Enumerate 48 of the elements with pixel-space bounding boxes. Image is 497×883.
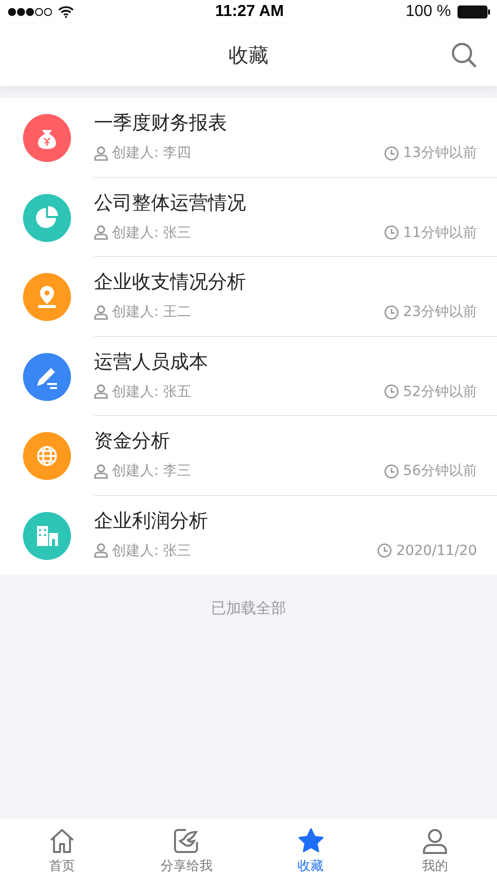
- time-label: 23分钟以前: [403, 303, 477, 321]
- clock-icon: [384, 225, 400, 240]
- creator-label: 创建人: 李四: [112, 144, 192, 162]
- tab[interactable]: 分享给我: [124, 819, 248, 883]
- person-icon: [94, 464, 108, 478]
- favorite-item[interactable]: 企业收支情况分析 创建人: 王二 23分钟以前: [0, 257, 497, 336]
- creator-label: 创建人: 王二: [112, 303, 192, 321]
- person-icon: [94, 543, 108, 558]
- person-icon: [94, 225, 108, 240]
- item-title: 运营人员成本: [94, 350, 209, 374]
- person-icon: [94, 384, 108, 399]
- favorite-item[interactable]: 一季度财务报表 创建人: 李四 13分钟以前: [0, 98, 497, 178]
- tab[interactable]: 收藏: [248, 819, 373, 883]
- clock-icon: [384, 384, 400, 399]
- tab[interactable]: 首页: [0, 819, 124, 883]
- tab[interactable]: 我的: [372, 819, 497, 883]
- creator-label: 创建人: 李三: [112, 462, 192, 480]
- item-title: 一季度财务报表: [94, 111, 228, 136]
- clock-icon: [384, 304, 400, 320]
- creator-label: 创建人: 张三: [112, 224, 192, 242]
- time-label: 52分钟以前: [403, 382, 477, 400]
- page-title: 收藏: [228, 42, 268, 68]
- signal-icon: [8, 8, 52, 16]
- search-icon[interactable]: [451, 42, 477, 68]
- time-label: 2020/11/20: [396, 542, 477, 558]
- loaded-all-text: 已加载全部: [210, 599, 287, 618]
- person-icon: [94, 146, 108, 160]
- creator-label: 创建人: 张三: [112, 542, 192, 560]
- wifi-icon: [58, 6, 74, 18]
- favorite-item[interactable]: 运营人员成本 创建人: 张五 52分钟以前: [0, 336, 497, 416]
- item-title: 企业收支情况分析: [94, 270, 247, 295]
- time-label: 13分钟以前: [403, 144, 477, 162]
- time-label: 56分钟以前: [403, 462, 477, 480]
- creator-label: 创建人: 张五: [112, 382, 192, 400]
- favorite-item[interactable]: 公司整体运营情况 创建人: 张三 11分钟以前: [0, 178, 497, 257]
- item-title: 资金分析: [94, 429, 171, 454]
- status-time: 11:27 AM: [215, 3, 284, 21]
- clock-icon: [384, 464, 400, 478]
- person-icon: [94, 304, 108, 320]
- item-title: 公司整体运营情况: [94, 190, 247, 216]
- clock-icon: [384, 146, 400, 160]
- clock-icon: [377, 543, 392, 558]
- time-label: 11分钟以前: [403, 224, 477, 242]
- battery-icon: [457, 5, 491, 19]
- battery-percent: 100 %: [406, 3, 451, 21]
- favorite-item[interactable]: 企业利润分析 创建人: 张三 2020/11/20: [0, 496, 497, 575]
- favorite-item[interactable]: 资金分析 创建人: 李三 56分钟以前: [0, 416, 497, 496]
- item-title: 企业利润分析: [94, 508, 209, 534]
